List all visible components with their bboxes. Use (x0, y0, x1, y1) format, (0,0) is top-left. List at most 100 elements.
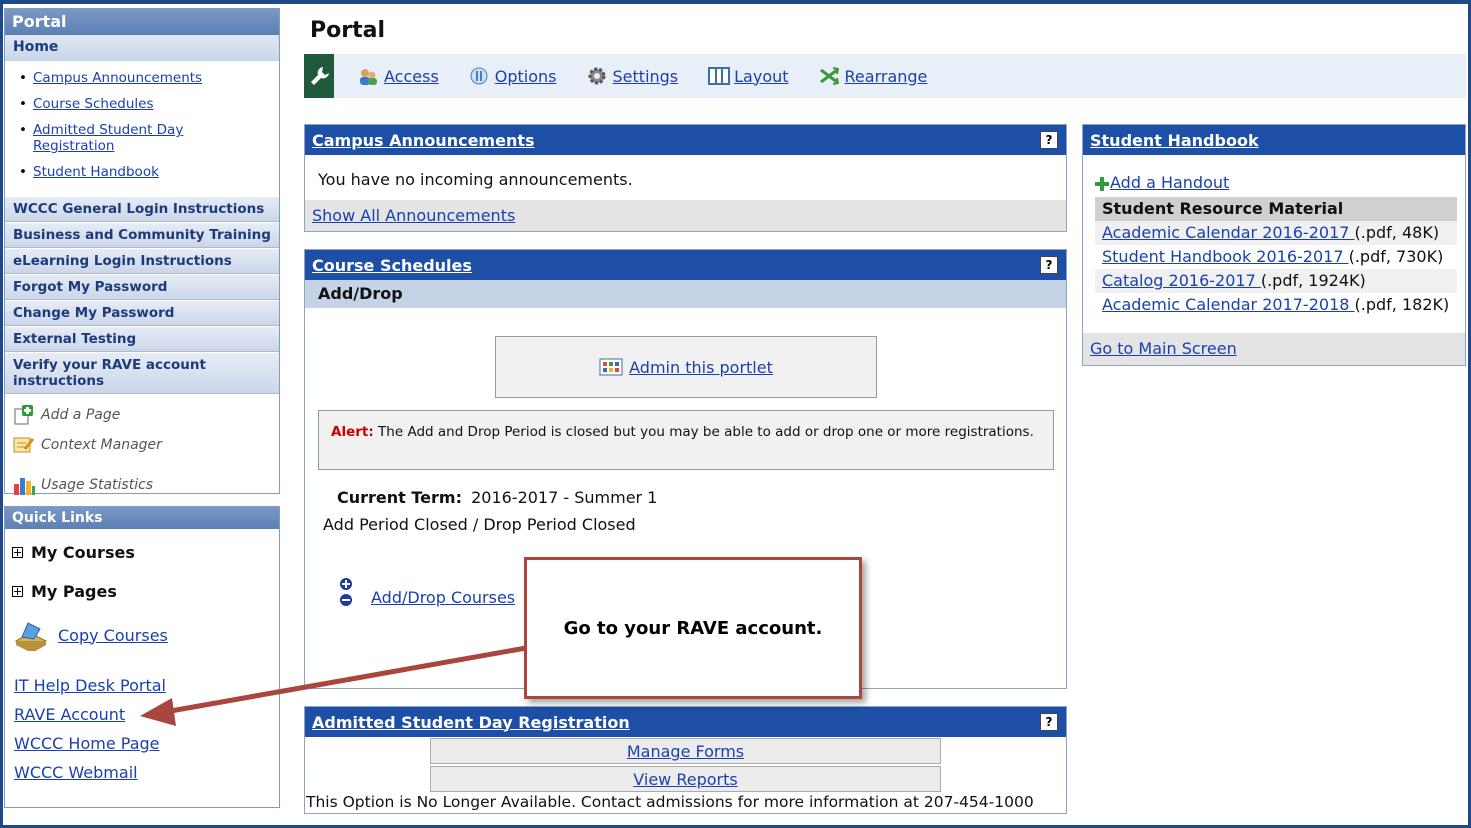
quick-link-item: RAVE Account (5, 700, 279, 729)
sidebar-item-home[interactable]: Home (5, 35, 279, 61)
add-drop-courses-link: Add/Drop Courses (371, 588, 516, 607)
my-courses-label: My Courses (31, 543, 135, 562)
portlet-header: Student Handbook (1083, 125, 1465, 155)
users-icon (358, 66, 378, 86)
file-meta: (.pdf, 1924K) (1260, 271, 1366, 290)
add-drop-subhead: Add/Drop (305, 280, 1066, 308)
settings-link: Settings (612, 66, 679, 86)
toolbar-access[interactable]: Access (358, 66, 439, 86)
wccc-webmail-link[interactable]: WCCC Webmail (14, 763, 138, 782)
layout-link: Layout (734, 66, 789, 86)
rearrange-icon (819, 66, 839, 86)
sublist-item: Student Handbook (5, 164, 279, 180)
portlet-header: Campus Announcements ? (305, 125, 1066, 155)
add-handout-link: Add a Handout (1110, 173, 1230, 192)
student-handbook-link[interactable]: Student Handbook (33, 164, 159, 180)
file-link[interactable]: Catalog 2016-2017 (1102, 271, 1261, 290)
access-link: Access (384, 66, 439, 86)
quick-link-item: WCCC Home Page (5, 729, 279, 758)
show-all-announcements-link[interactable]: Show All Announcements (312, 206, 515, 225)
copy-courses-row[interactable]: Copy Courses (5, 619, 279, 653)
admin-grid-icon (599, 358, 623, 376)
sidebar-item-change-password[interactable]: Change My Password (5, 300, 279, 326)
toolbar-settings[interactable]: Settings (587, 66, 679, 86)
portlet-header: Course Schedules ? (305, 250, 1066, 280)
admin-portlet-link: Admin this portlet (629, 357, 773, 377)
campus-announcements-link[interactable]: Campus Announcements (33, 70, 202, 86)
sidebar-item-business-training[interactable]: Business and Community Training (5, 222, 279, 248)
view-reports-button[interactable]: View Reports (430, 766, 941, 792)
sidebar-item-forgot-password[interactable]: Forgot My Password (5, 274, 279, 300)
it-help-desk-link[interactable]: IT Help Desk Portal (14, 676, 166, 695)
sublist-item: Campus Announcements (5, 70, 279, 86)
my-pages-label: My Pages (31, 582, 117, 601)
alert-text: The Add and Drop Period is closed but yo… (373, 424, 1034, 440)
toolbar-rearrange[interactable]: Rearrange (819, 66, 928, 86)
add-page-label: Add a Page (41, 407, 121, 423)
file-meta: (.pdf, 48K) (1354, 223, 1440, 242)
sublist-item: Admitted Student Day Registration (5, 122, 205, 154)
help-icon[interactable]: ? (1040, 256, 1058, 274)
admin-portlet-box[interactable]: Admin this portlet (495, 336, 877, 398)
rave-account-link[interactable]: RAVE Account (14, 705, 125, 724)
file-link[interactable]: Student Handbook 2016-2017 (1102, 247, 1349, 266)
current-term-value: 2016-2017 - Summer 1 (471, 488, 658, 507)
toolbar-layout[interactable]: Layout (708, 66, 789, 86)
page-title: Portal (310, 18, 385, 43)
file-row: Academic Calendar 2017-2018 (.pdf, 182K) (1095, 293, 1457, 317)
plus-minus-icon (339, 577, 353, 607)
student-handbook-title[interactable]: Student Handbook (1090, 131, 1259, 150)
quick-link-item: WCCC Webmail (5, 758, 279, 787)
admitted-student-day-link[interactable]: Admitted Student Day Registration (33, 122, 183, 154)
add-page-tool[interactable]: Add a Page (13, 400, 271, 430)
alert-label: Alert: (331, 424, 374, 440)
announcements-body: You have no incoming announcements. (305, 155, 1066, 200)
usage-statistics-label: Usage Statistics (41, 477, 154, 493)
callout-text: Go to your RAVE account. (563, 617, 823, 639)
add-handout-row[interactable]: Add a Handout (1083, 155, 1465, 197)
options-link: Options (494, 66, 557, 86)
quick-links-panel: Quick Links My Courses My Pages Copy Cou… (4, 506, 280, 808)
sidebar-item-elearning[interactable]: eLearning Login Instructions (5, 248, 279, 274)
context-manager-tool[interactable]: Context Manager (13, 430, 271, 460)
help-icon[interactable]: ? (1040, 131, 1058, 149)
home-sublist: Campus Announcements Course Schedules Ad… (5, 61, 279, 196)
add-page-icon (13, 405, 35, 425)
file-row: Academic Calendar 2016-2017 (.pdf, 48K) (1095, 221, 1457, 245)
help-icon[interactable]: ? (1040, 713, 1058, 731)
file-meta: (.pdf, 730K) (1348, 247, 1444, 266)
copy-courses-link[interactable]: Copy Courses (58, 626, 168, 645)
portlet-header: Admitted Student Day Registration ? (305, 707, 1066, 737)
my-courses-toggle[interactable]: My Courses (5, 543, 279, 562)
alert-box: Alert: The Add and Drop Period is closed… (318, 410, 1054, 470)
sidebar-item-external-testing[interactable]: External Testing (5, 326, 279, 352)
usage-statistics-tool[interactable]: Usage Statistics (13, 470, 271, 500)
context-manager-label: Context Manager (41, 437, 162, 453)
sidebar-tools: Add a Page Context Manager Usage Statist… (5, 394, 279, 506)
current-term-label: Current Term: (337, 488, 462, 507)
file-meta: (.pdf, 182K) (1354, 295, 1450, 314)
go-to-main-screen-link[interactable]: Go to Main Screen (1090, 339, 1237, 358)
campus-announcements-portlet: Campus Announcements ? You have no incom… (304, 124, 1067, 232)
course-schedules-link[interactable]: Course Schedules (33, 96, 154, 112)
admitted-student-day-title[interactable]: Admitted Student Day Registration (312, 713, 630, 732)
manage-forms-button[interactable]: Manage Forms (430, 738, 941, 764)
wrench-icon[interactable] (304, 54, 334, 98)
toolbar-options[interactable]: Options (469, 66, 557, 86)
forms-buttons: Manage Forms View Reports (430, 738, 941, 792)
file-link[interactable]: Academic Calendar 2017-2018 (1102, 295, 1355, 314)
wccc-home-page-link[interactable]: WCCC Home Page (14, 734, 160, 753)
handbook-file-list: Student Resource Material Academic Calen… (1083, 197, 1465, 317)
rearrange-link: Rearrange (844, 66, 928, 86)
campus-announcements-title[interactable]: Campus Announcements (312, 131, 535, 150)
course-schedules-title[interactable]: Course Schedules (312, 256, 472, 275)
sidebar-item-login-instructions[interactable]: WCCC General Login Instructions (5, 196, 279, 222)
announcements-message: You have no incoming announcements. (318, 170, 633, 189)
sidebar-item-verify-rave[interactable]: Verify your RAVE account instructions (5, 352, 279, 394)
view-reports-link: View Reports (633, 770, 738, 789)
add-drop-row[interactable]: Add/Drop Courses (339, 576, 515, 607)
my-pages-toggle[interactable]: My Pages (5, 582, 279, 601)
options-icon (469, 66, 489, 86)
file-row: Student Handbook 2016-2017 (.pdf, 730K) (1095, 245, 1457, 269)
file-link[interactable]: Academic Calendar 2016-2017 (1102, 223, 1355, 242)
